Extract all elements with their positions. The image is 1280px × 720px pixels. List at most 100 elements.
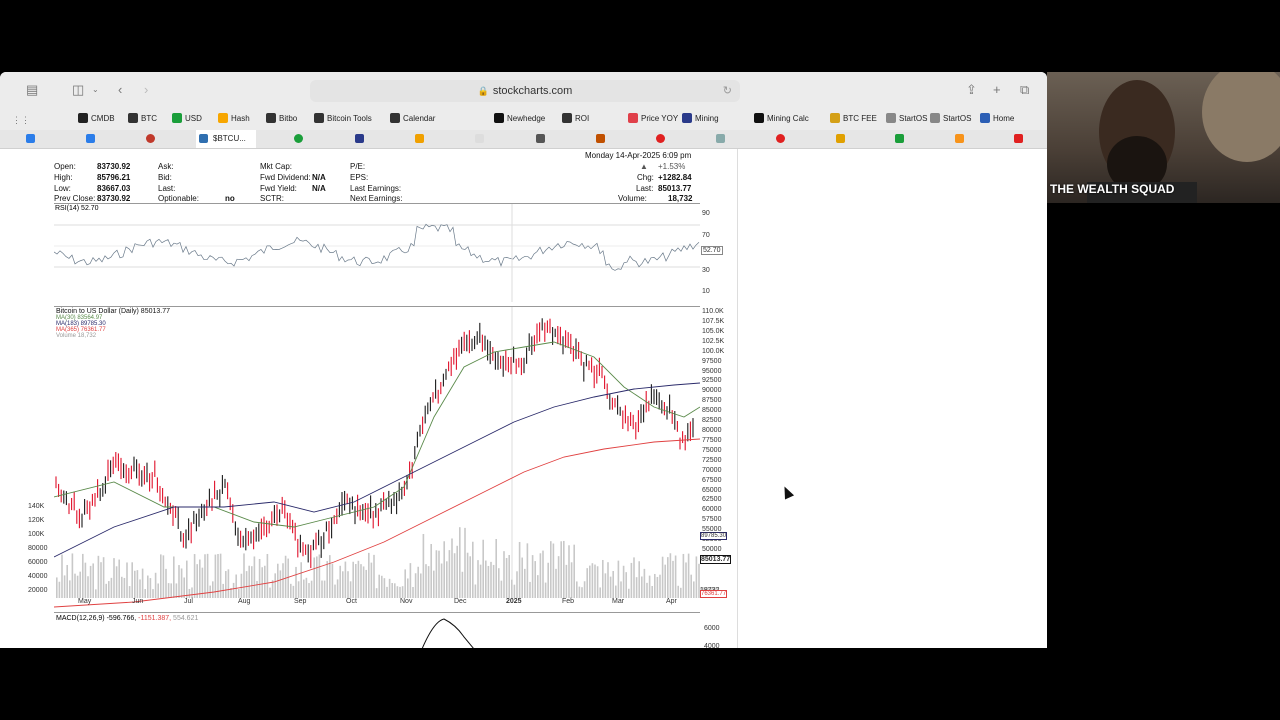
bookmark-usd[interactable]: USD xyxy=(172,113,202,123)
tab-icon[interactable] xyxy=(716,134,725,143)
tab-icon[interactable] xyxy=(475,134,484,143)
bookmark-hash[interactable]: Hash xyxy=(218,113,250,123)
volume-bar xyxy=(110,577,113,598)
bookmark-icon xyxy=(494,113,504,123)
bookmark-cmdb[interactable]: CMDB xyxy=(78,113,115,123)
volume-bar xyxy=(147,575,149,598)
tab-icon[interactable] xyxy=(146,134,155,143)
stockcharts-icon xyxy=(199,134,208,143)
bookmark-label: Newhedge xyxy=(507,113,546,123)
volume-bar xyxy=(599,587,601,598)
bookmark-mining[interactable]: Mining xyxy=(682,113,719,123)
volume-bar xyxy=(204,554,206,598)
month-label: Sep xyxy=(294,598,307,605)
volume-bar xyxy=(321,580,323,598)
volume-bar xyxy=(695,556,698,598)
bookmark-bitbo[interactable]: Bitbo xyxy=(266,113,297,123)
volume-bar xyxy=(677,585,679,598)
forward-icon[interactable]: › xyxy=(144,82,148,98)
volume-bar xyxy=(669,553,672,598)
volume-bar xyxy=(448,550,451,598)
tab-icon[interactable] xyxy=(294,134,303,143)
volume-bar xyxy=(422,533,425,598)
volume-bar xyxy=(446,561,448,598)
fwd-yield-label: Fwd Yield: xyxy=(260,184,297,193)
tab-icon[interactable] xyxy=(656,134,665,143)
tab-icon[interactable] xyxy=(836,134,845,143)
back-icon[interactable]: ‹ xyxy=(118,82,122,98)
volume-bar xyxy=(370,562,373,598)
volume-bar xyxy=(165,568,167,598)
month-label: Feb xyxy=(562,598,575,605)
bookmark-calendar[interactable]: Calendar xyxy=(390,113,435,123)
volume-bar xyxy=(313,557,315,598)
tab-icon[interactable] xyxy=(596,134,605,143)
volume-bar xyxy=(581,587,583,598)
tabs-icon[interactable]: ⧉ xyxy=(1020,82,1029,98)
tab-icon[interactable] xyxy=(955,134,964,143)
price-tick-right: 60000 xyxy=(702,506,722,514)
stockchart[interactable]: Open: 83730.92 High: 85796.21 Low: 83667… xyxy=(18,149,738,648)
bookmark-bitcoin-tools[interactable]: Bitcoin Tools xyxy=(314,113,372,123)
bookmark-label: StartOS xyxy=(943,113,972,123)
volume-bar xyxy=(87,576,89,598)
volume-bar xyxy=(654,573,656,598)
volume-bar xyxy=(661,556,664,598)
bookmark-icon xyxy=(128,113,138,123)
tab-icon[interactable] xyxy=(355,134,364,143)
month-label: Mar xyxy=(612,598,625,605)
bookmark-btc[interactable]: BTC xyxy=(128,113,157,123)
tab-icon[interactable] xyxy=(1014,134,1023,143)
url-text: stockcharts.com xyxy=(492,85,573,97)
rsi-marker: 52.70 xyxy=(701,246,723,255)
volume-tick-left: 20000 xyxy=(28,587,48,594)
bookmark-mining-calc[interactable]: Mining Calc xyxy=(754,113,809,123)
up-triangle-icon: ▲ xyxy=(640,162,648,171)
volume-bar xyxy=(264,565,266,598)
lock-icon: 🔒 xyxy=(477,86,489,96)
new-tab-icon[interactable]: + xyxy=(993,82,1001,98)
share-icon[interactable]: ⇪ xyxy=(966,82,977,98)
sidebar-toggle-icon[interactable]: ▤ xyxy=(26,82,38,98)
macd-line xyxy=(421,618,474,648)
tab-icon[interactable] xyxy=(86,134,95,143)
volume-bar xyxy=(329,555,331,598)
volume-bar xyxy=(134,570,136,598)
volume-bar xyxy=(248,565,250,598)
tab-icon[interactable] xyxy=(776,134,785,143)
volume-bar xyxy=(180,568,183,598)
price-tick-right: 102.5K xyxy=(702,337,725,345)
chevron-down-icon[interactable]: ⌄ xyxy=(92,82,99,98)
volume-bar xyxy=(100,562,102,598)
grid-icon[interactable]: ⋮⋮ xyxy=(12,112,30,128)
volume-bar xyxy=(295,566,297,598)
address-bar[interactable]: 🔒 stockcharts.com ↻ xyxy=(310,80,740,102)
volume-bar xyxy=(225,571,227,598)
tab-active[interactable]: $BTCU... xyxy=(196,130,256,148)
open-value: 83730.92 xyxy=(97,162,131,171)
reload-icon[interactable]: ↻ xyxy=(723,80,732,102)
bookmark-home[interactable]: Home xyxy=(980,113,1014,123)
bookmark-label: Bitbo xyxy=(279,113,298,123)
volume-bar xyxy=(404,569,406,598)
tab-icon[interactable] xyxy=(415,134,424,143)
tab-overview-icon[interactable]: ◫ xyxy=(72,82,84,98)
bookmark-price-yoy[interactable]: Price YOY xyxy=(628,113,678,123)
tab-icon[interactable] xyxy=(536,134,545,143)
bookmark-newhedge[interactable]: Newhedge xyxy=(494,113,545,123)
tab-icon[interactable] xyxy=(26,134,35,143)
bookmark-startos[interactable]: StartOS xyxy=(930,113,971,123)
volume-bar xyxy=(388,578,391,598)
volume-bar xyxy=(576,581,578,598)
bookmark-label: BTC xyxy=(141,113,157,123)
fwd-yield-value: N/A xyxy=(312,184,326,193)
bookmark-startos[interactable]: StartOS xyxy=(886,113,927,123)
volume-bar xyxy=(651,585,653,598)
price-tick-right: 62500 xyxy=(702,496,722,504)
tab-icon[interactable] xyxy=(895,134,904,143)
bookmark-btc-fee[interactable]: BTC FEE xyxy=(830,113,877,123)
price-tick-right: 72500 xyxy=(702,456,722,464)
browser-window: ▤ ◫ ⌄ ‹ › 🔒 stockcharts.com ↻ ⇪ + ⧉ ⋮⋮ CM… xyxy=(0,72,1047,648)
volume-bar xyxy=(485,560,487,598)
bookmark-roi[interactable]: ROI xyxy=(562,113,589,123)
